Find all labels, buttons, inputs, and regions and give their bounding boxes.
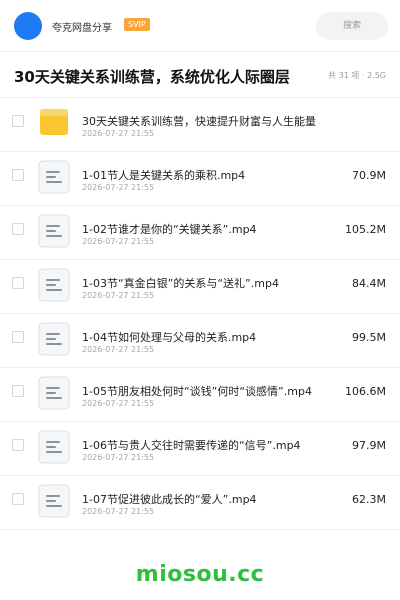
row-checkbox[interactable] <box>12 223 24 235</box>
file-video-icon <box>38 160 70 194</box>
file-row[interactable]: 1-04节如何处理与父母的关系.mp4 2026-07-27 21:55 99.5M <box>0 314 400 368</box>
file-name: 1-07节促进彼此成长的“爱人”.mp4 <box>82 493 257 506</box>
file-size: 106.6M <box>345 385 386 398</box>
file-list: 30天关键关系训练营，快速提升财富与人生能量 2026-07-27 21:55 1-… <box>0 98 400 530</box>
row-checkbox[interactable] <box>12 493 24 505</box>
file-row[interactable]: 1-06节与贵人交往时需要传递的“信号”.mp4 2026-07-27 21:55… <box>0 422 400 476</box>
file-name: 1-06节与贵人交往时需要传递的“信号”.mp4 <box>82 439 301 452</box>
file-name: 1-04节如何处理与父母的关系.mp4 <box>82 331 257 344</box>
folder-icon <box>38 106 70 140</box>
file-date: 2026-07-27 21:55 <box>82 129 155 138</box>
file-row[interactable]: 1-05节朋友相处何时“谈钱”何时“谈感情”.mp4 2026-07-27 21:… <box>0 368 400 422</box>
file-size: 99.5M <box>352 331 386 344</box>
top-header: 夸克网盘分享 SVIP 搜索 <box>0 0 400 52</box>
row-checkbox[interactable] <box>12 385 24 397</box>
file-size: 62.3M <box>352 493 386 506</box>
app-name: 夸克网盘分享 <box>52 23 112 34</box>
file-video-icon <box>38 484 70 518</box>
file-video-icon <box>38 322 70 356</box>
file-size: 70.9M <box>352 169 386 182</box>
file-date: 2026-07-27 21:55 <box>82 345 155 354</box>
file-video-icon <box>38 214 70 248</box>
folder-title-bar: 30天关键关系训练营，系统优化人际圈层 共 31 项 · 2.5G <box>0 52 400 98</box>
row-checkbox[interactable] <box>12 169 24 181</box>
file-size: 97.9M <box>352 439 386 452</box>
file-row[interactable]: 1-03节“真金白银”的关系与“送礼”.mp4 2026-07-27 21:55 8… <box>0 260 400 314</box>
file-video-icon <box>38 376 70 410</box>
file-date: 2026-07-27 21:55 <box>82 507 155 516</box>
file-date: 2026-07-27 21:55 <box>82 399 155 408</box>
file-row[interactable]: 30天关键关系训练营，快速提升财富与人生能量 2026-07-27 21:55 <box>0 98 400 152</box>
row-checkbox[interactable] <box>12 277 24 289</box>
file-row[interactable]: 1-02节谁才是你的“关键关系”.mp4 2026-07-27 21:55 105.… <box>0 206 400 260</box>
file-row[interactable]: 1-01节人是关键关系的乘积.mp4 2026-07-27 21:55 70.9M <box>0 152 400 206</box>
watermark: miosou.cc <box>135 562 265 587</box>
file-name: 1-01节人是关键关系的乘积.mp4 <box>82 169 246 182</box>
page-title: 30天关键关系训练营，系统优化人际圈层 <box>14 68 290 86</box>
file-date: 2026-07-27 21:55 <box>82 453 155 462</box>
file-size: 105.2M <box>345 223 386 236</box>
folder-meta: 共 31 项 · 2.5G <box>328 71 386 80</box>
row-checkbox[interactable] <box>12 439 24 451</box>
row-checkbox[interactable] <box>12 331 24 343</box>
search-input[interactable]: 搜索 <box>316 12 388 40</box>
file-date: 2026-07-27 21:55 <box>82 183 155 192</box>
file-name: 1-02节谁才是你的“关键关系”.mp4 <box>82 223 257 236</box>
file-video-icon <box>38 268 70 302</box>
file-size: 84.4M <box>352 277 386 290</box>
file-row[interactable]: 1-07节促进彼此成长的“爱人”.mp4 2026-07-27 21:55 62.3… <box>0 476 400 530</box>
row-checkbox[interactable] <box>12 115 24 127</box>
file-date: 2026-07-27 21:55 <box>82 237 155 246</box>
avatar[interactable] <box>14 12 42 40</box>
file-name: 1-05节朋友相处何时“谈钱”何时“谈感情”.mp4 <box>82 385 312 398</box>
file-name: 30天关键关系训练营，快速提升财富与人生能量 <box>82 115 316 128</box>
file-date: 2026-07-27 21:55 <box>82 291 155 300</box>
file-video-icon <box>38 430 70 464</box>
file-name: 1-03节“真金白银”的关系与“送礼”.mp4 <box>82 277 279 290</box>
svip-badge: SVIP <box>124 18 150 31</box>
